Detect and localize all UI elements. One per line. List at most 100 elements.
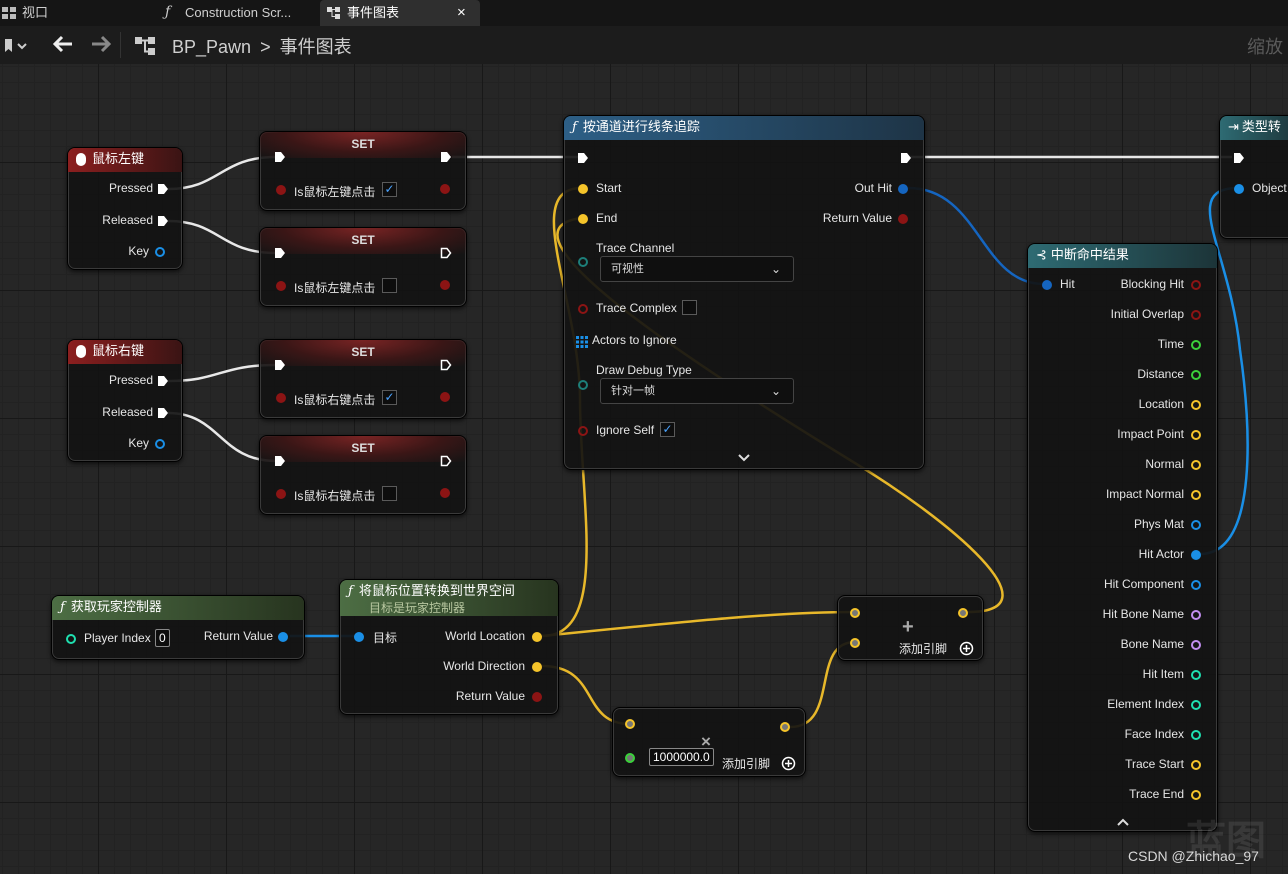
node-left-mouse-button[interactable]: 鼠标左键 Pressed Released Key — [67, 147, 183, 270]
bool-in-pin[interactable] — [276, 489, 286, 499]
trace-channel-dropdown[interactable]: 可视性 ⌄ — [600, 256, 794, 282]
node-line-trace-by-channel[interactable]: ƒ 按通道进行线条追踪 Start Out Hit End Return Valu… — [563, 115, 925, 470]
node-vector-add[interactable]: + 添加引脚 — [837, 595, 984, 661]
ignore-self-pin[interactable] — [578, 426, 588, 436]
add-in-a-pin[interactable] — [850, 608, 860, 618]
impact-normal-pin[interactable] — [1191, 490, 1201, 500]
hit-component-pin[interactable] — [1191, 580, 1201, 590]
normal-pin[interactable] — [1191, 460, 1201, 470]
bookmark-icon[interactable] — [4, 38, 28, 59]
forward-arrow-icon[interactable] — [90, 35, 112, 58]
exec-out-pin-pressed[interactable] — [157, 375, 169, 387]
time-pin[interactable] — [1191, 340, 1201, 350]
phys-mat-pin[interactable] — [1191, 520, 1201, 530]
breadcrumb-graph[interactable]: 事件图表 — [280, 37, 352, 57]
player-index-pin[interactable] — [66, 634, 76, 644]
node-convert-mouse-to-world[interactable]: ƒ 将鼠标位置转换到世界空间 目标是玩家控制器 目标 World Location… — [339, 579, 559, 715]
node-set-left-false[interactable]: SET Is鼠标左键点击 — [259, 227, 467, 307]
exec-in-pin[interactable] — [274, 455, 286, 467]
exec-out-pin-released[interactable] — [157, 215, 169, 227]
ignore-self-checkbox[interactable]: ✓ — [660, 422, 675, 437]
node-get-player-controller[interactable]: ƒ 获取玩家控制器 Player Index 0 Return Value — [51, 595, 305, 660]
array-pin-icon[interactable] — [576, 335, 588, 353]
node-set-left-true[interactable]: SET Is鼠标左键点击 ✓ — [259, 131, 467, 211]
object-pin[interactable] — [1234, 184, 1244, 194]
world-direction-pin[interactable] — [532, 662, 542, 672]
hit-bone-name-pin[interactable] — [1191, 610, 1201, 620]
exec-out-pin-released[interactable] — [157, 407, 169, 419]
node-cast-to[interactable]: ⇥ 类型转 Object — [1219, 115, 1288, 239]
exec-out-pin[interactable] — [440, 247, 452, 259]
exec-in-pin[interactable] — [577, 152, 589, 164]
tab-construction-script[interactable]: Construction Scr... — [185, 0, 291, 26]
add-pin-icon[interactable] — [781, 756, 796, 776]
node-vector-multiply[interactable]: × 1000000.0 添加引脚 — [612, 707, 806, 777]
node-right-mouse-button[interactable]: 鼠标右键 Pressed Released Key — [67, 339, 183, 462]
expand-chevron-icon[interactable] — [737, 450, 751, 468]
key-pin[interactable] — [155, 439, 165, 449]
value-checkbox[interactable]: ✓ — [382, 182, 397, 197]
tab-viewport[interactable]: 视口 — [22, 0, 48, 26]
bool-in-pin[interactable] — [276, 281, 286, 291]
trace-start-pin[interactable] — [1191, 760, 1201, 770]
collapse-chevron-icon[interactable] — [1116, 814, 1130, 832]
mult-in-b-pin[interactable] — [625, 753, 635, 763]
add-out-pin[interactable] — [958, 608, 968, 618]
node-set-right-false[interactable]: SET Is鼠标右键点击 — [259, 435, 467, 515]
end-pin[interactable] — [578, 214, 588, 224]
exec-in-pin[interactable] — [274, 151, 286, 163]
trace-complex-pin[interactable] — [578, 304, 588, 314]
element-index-pin[interactable] — [1191, 700, 1201, 710]
add-pin-icon[interactable] — [959, 641, 974, 661]
out-hit-pin[interactable] — [898, 184, 908, 194]
bool-out-pin[interactable] — [440, 488, 450, 498]
distance-pin[interactable] — [1191, 370, 1201, 380]
add-pin-label[interactable]: 添加引脚 — [722, 755, 770, 772]
exec-out-pin[interactable] — [900, 152, 912, 164]
bool-in-pin[interactable] — [276, 185, 286, 195]
target-pin[interactable] — [354, 632, 364, 642]
player-index-input[interactable]: 0 — [155, 629, 170, 647]
value-checkbox[interactable]: ✓ — [382, 390, 397, 405]
tab-event-graph[interactable]: 事件图表 × — [320, 0, 480, 26]
draw-debug-type-dropdown[interactable]: 针对一帧 ⌄ — [600, 378, 794, 404]
hit-item-pin[interactable] — [1191, 670, 1201, 680]
mult-in-a-pin[interactable] — [625, 719, 635, 729]
back-arrow-icon[interactable] — [52, 35, 74, 58]
exec-in-pin[interactable] — [274, 359, 286, 371]
exec-out-pin[interactable] — [440, 151, 452, 163]
hit-actor-pin[interactable] — [1191, 550, 1201, 560]
world-location-pin[interactable] — [532, 632, 542, 642]
impact-point-pin[interactable] — [1191, 430, 1201, 440]
breadcrumb-blueprint[interactable]: BP_Pawn — [172, 37, 251, 57]
add-pin-label[interactable]: 添加引脚 — [899, 640, 947, 657]
node-break-hit-result[interactable]: ⊰ 中断命中结果 Hit Blocking Hit Initial Overlap T… — [1027, 243, 1218, 832]
return-value-pin[interactable] — [898, 214, 908, 224]
node-set-right-true[interactable]: SET Is鼠标右键点击 ✓ — [259, 339, 467, 419]
exec-in-pin[interactable] — [274, 247, 286, 259]
return-value-pin[interactable] — [532, 692, 542, 702]
close-tab-icon[interactable]: × — [457, 0, 466, 26]
initial-overlap-pin[interactable] — [1191, 310, 1201, 320]
start-pin[interactable] — [578, 184, 588, 194]
value-checkbox[interactable] — [382, 486, 397, 501]
bone-name-pin[interactable] — [1191, 640, 1201, 650]
face-index-pin[interactable] — [1191, 730, 1201, 740]
exec-in-pin[interactable] — [1233, 152, 1245, 164]
add-in-b-pin[interactable] — [850, 638, 860, 648]
location-pin[interactable] — [1191, 400, 1201, 410]
trace-complex-checkbox[interactable] — [682, 300, 697, 315]
bool-out-pin[interactable] — [440, 392, 450, 402]
exec-out-pin[interactable] — [440, 455, 452, 467]
exec-out-pin[interactable] — [440, 359, 452, 371]
trace-end-pin[interactable] — [1191, 790, 1201, 800]
value-checkbox[interactable] — [382, 278, 397, 293]
exec-out-pin-pressed[interactable] — [157, 183, 169, 195]
bool-in-pin[interactable] — [276, 393, 286, 403]
trace-channel-pin[interactable] — [578, 257, 588, 267]
mult-out-pin[interactable] — [780, 722, 790, 732]
blocking-hit-pin[interactable] — [1191, 280, 1201, 290]
hit-in-pin[interactable] — [1042, 280, 1052, 290]
draw-debug-type-pin[interactable] — [578, 380, 588, 390]
multiplier-input[interactable]: 1000000.0 — [649, 748, 714, 766]
